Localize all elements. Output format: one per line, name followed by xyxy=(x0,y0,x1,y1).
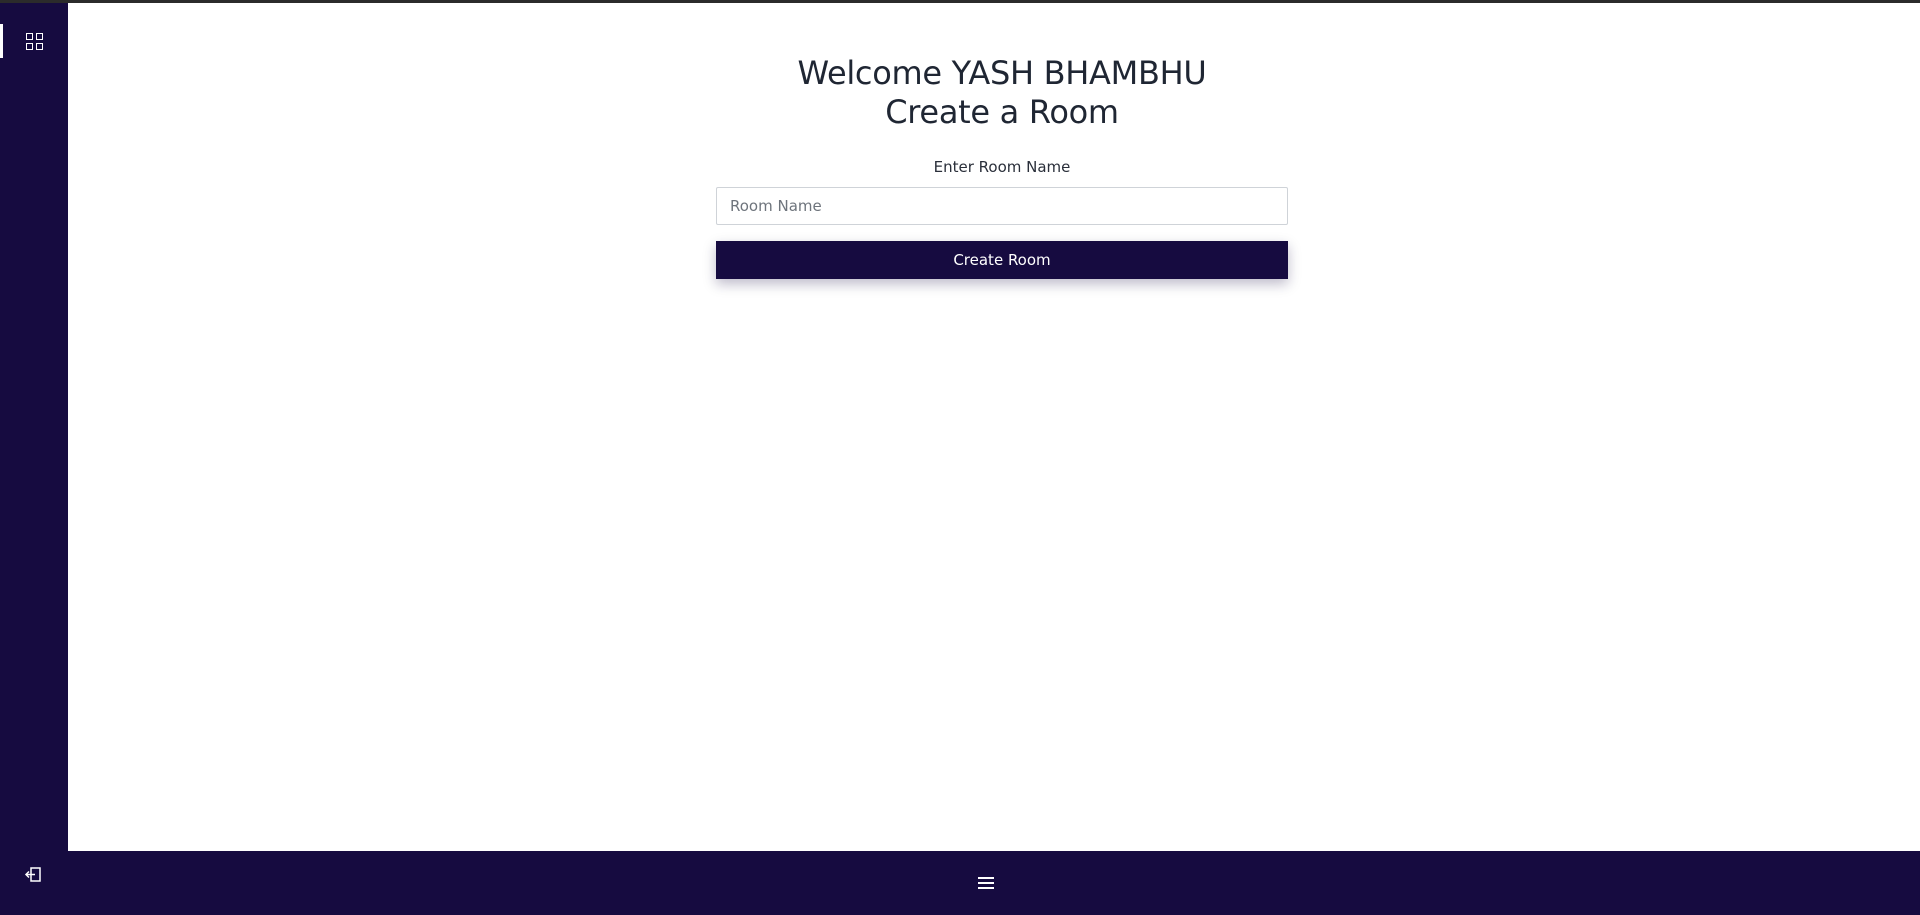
sidebar-item-dashboard[interactable] xyxy=(0,24,68,58)
room-name-label: Enter Room Name xyxy=(933,158,1071,176)
bottom-bar xyxy=(68,851,1920,915)
sidebar xyxy=(0,3,68,915)
room-name-input[interactable] xyxy=(716,187,1288,225)
logout-icon xyxy=(24,867,41,882)
main-content: Welcome YASH BHAMBHU Create a Room Enter… xyxy=(68,3,1920,851)
grid-icon xyxy=(25,32,43,50)
create-room-form: Welcome YASH BHAMBHU Create a Room Enter… xyxy=(716,54,1288,279)
create-room-button[interactable]: Create Room xyxy=(716,241,1288,279)
menu-button[interactable] xyxy=(978,872,998,894)
welcome-text: Welcome YASH BHAMBHU xyxy=(797,54,1207,92)
active-indicator xyxy=(0,24,3,58)
menu-icon xyxy=(978,877,994,879)
create-room-heading: Create a Room xyxy=(885,93,1119,131)
page-title: Welcome YASH BHAMBHU Create a Room xyxy=(716,54,1288,132)
logout-button[interactable] xyxy=(22,863,46,887)
